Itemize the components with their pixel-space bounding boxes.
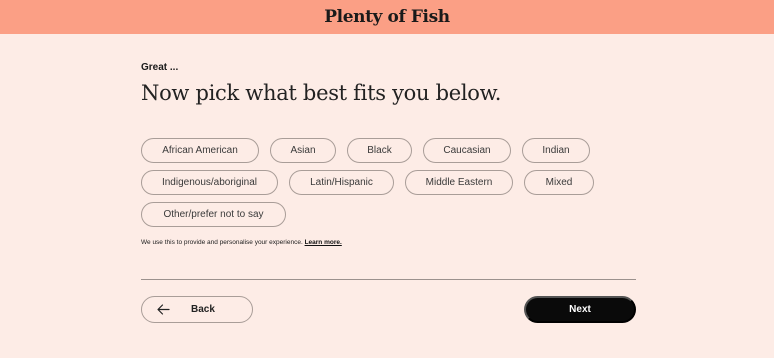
option-middle-eastern[interactable]: Middle Eastern xyxy=(405,170,513,195)
next-button[interactable]: Next xyxy=(524,296,636,323)
back-label: Back xyxy=(191,304,215,315)
option-indian[interactable]: Indian xyxy=(522,138,590,163)
option-indigenous-aboriginal[interactable]: Indigenous/aboriginal xyxy=(141,170,278,195)
option-other-prefer-not-to-say[interactable]: Other/prefer not to say xyxy=(141,202,286,227)
page-title: Now pick what best fits you below. xyxy=(141,81,502,105)
option-row: Indigenous/aboriginal Latin/Hispanic Mid… xyxy=(141,170,636,195)
disclaimer: We use this to provide and personalise y… xyxy=(141,239,342,246)
option-row: Other/prefer not to say xyxy=(141,202,636,227)
option-latin-hispanic[interactable]: Latin/Hispanic xyxy=(289,170,394,195)
option-mixed[interactable]: Mixed xyxy=(524,170,594,195)
logo: Plenty of Fish xyxy=(324,7,450,27)
app-header: Plenty of Fish xyxy=(0,0,774,34)
option-caucasian[interactable]: Caucasian xyxy=(423,138,511,163)
option-list: African American Asian Black Caucasian I… xyxy=(141,138,636,234)
eyebrow-text: Great ... xyxy=(141,62,179,73)
disclaimer-text: We use this to provide and personalise y… xyxy=(141,239,303,246)
option-row: African American Asian Black Caucasian I… xyxy=(141,138,636,163)
arrow-left-icon xyxy=(156,303,170,317)
divider xyxy=(141,279,636,280)
option-african-american[interactable]: African American xyxy=(141,138,259,163)
back-button[interactable]: Back xyxy=(141,296,253,323)
option-black[interactable]: Black xyxy=(347,138,412,163)
option-asian[interactable]: Asian xyxy=(270,138,336,163)
learn-more-link[interactable]: Learn more. xyxy=(305,239,342,246)
